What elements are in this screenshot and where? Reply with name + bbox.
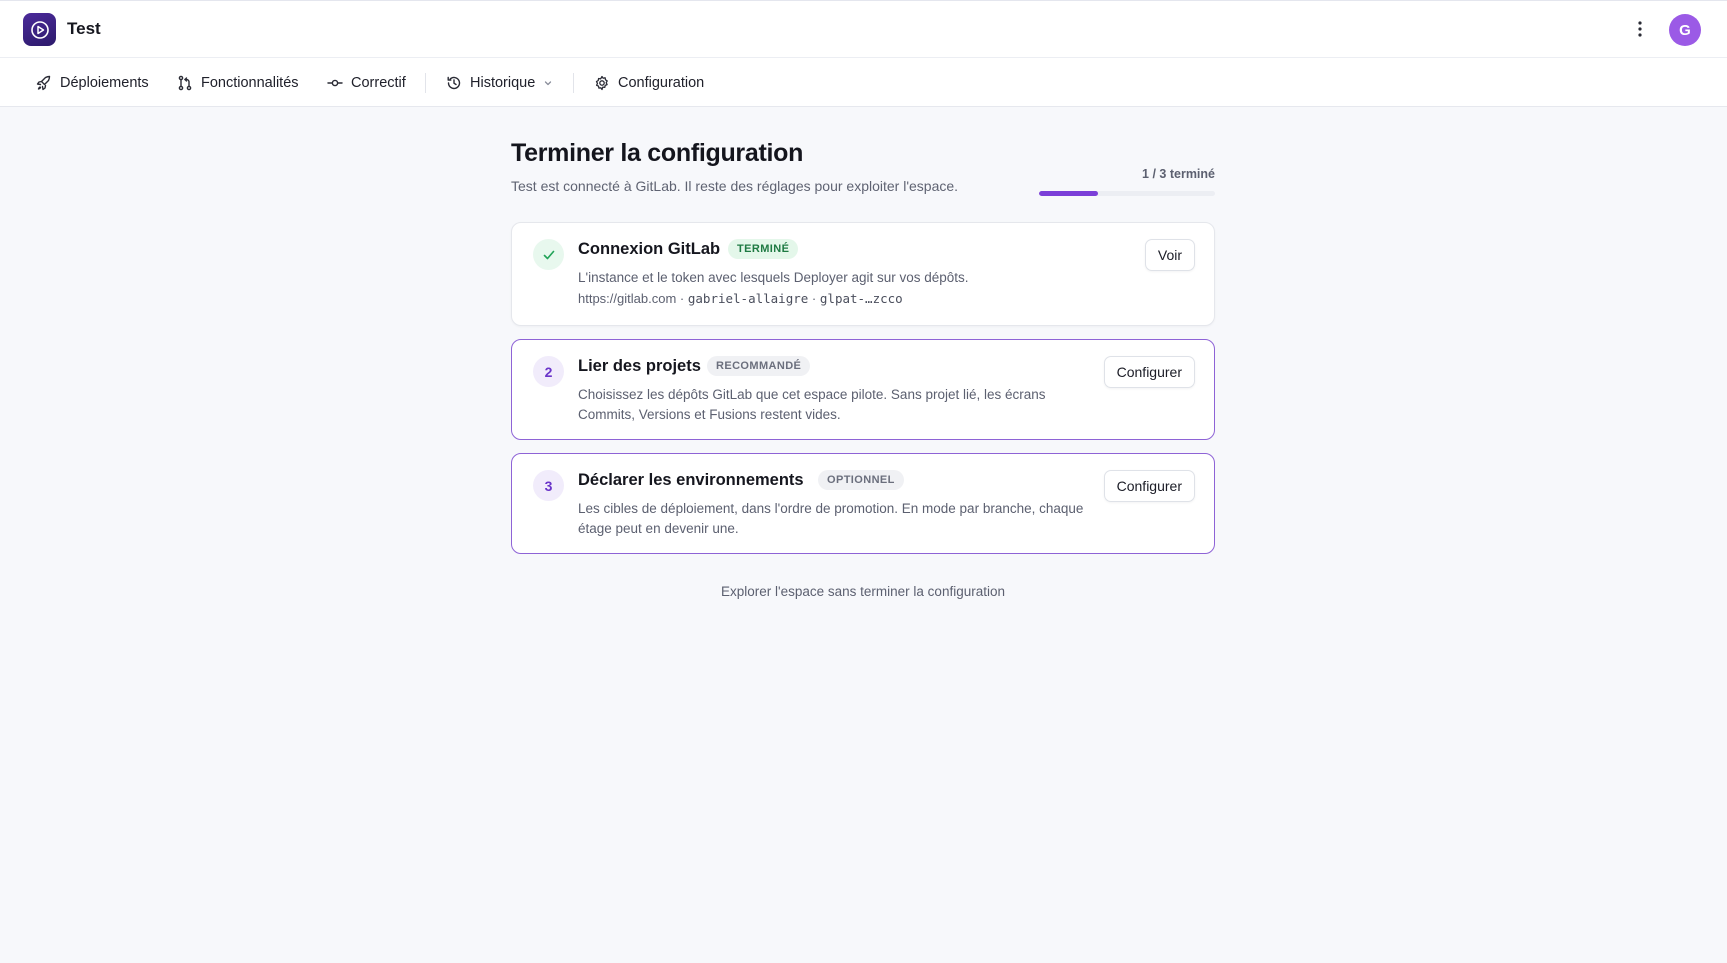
- nav-item-configuration[interactable]: Configuration: [594, 58, 704, 107]
- step-description: Choisissez les dépôts GitLab que cet esp…: [578, 387, 1046, 422]
- history-icon: [447, 76, 461, 89]
- nav-item-label: Historique: [470, 74, 536, 91]
- nav-item-label: Correctif: [351, 74, 406, 91]
- step-title: Lier des projets: [578, 357, 701, 375]
- progress-label: 1 / 3 terminé: [1142, 167, 1215, 181]
- step-card-link-projects: 2 Lier des projets RECOMMANDÉ Choisissez…: [511, 339, 1215, 440]
- user-avatar[interactable]: G: [1669, 14, 1701, 46]
- nav-item-label: Configuration: [618, 74, 705, 91]
- meta-separator: ·: [679, 291, 685, 306]
- nav-item-label: Déploiements: [60, 74, 149, 91]
- nav-item-correctif[interactable]: Correctif: [327, 58, 406, 107]
- git-commit-icon: [327, 79, 343, 86]
- step-number: 3: [533, 470, 564, 501]
- nav-item-deploiements[interactable]: Déploiements: [36, 58, 149, 107]
- check-icon: [543, 250, 554, 259]
- configure-button[interactable]: Configurer: [1103, 356, 1195, 388]
- step-card-declare-environments: 3 Déclarer les environnements OPTIONNEL …: [511, 453, 1215, 554]
- page-title: Terminer la configuration: [511, 139, 804, 167]
- play-logo-icon: [30, 20, 49, 39]
- app-logo[interactable]: [23, 13, 56, 46]
- step-title: Connexion GitLab: [578, 240, 721, 258]
- nav-divider: [573, 73, 574, 93]
- step-description: L'instance et le token avec lesquels Dep…: [578, 270, 969, 285]
- configure-button[interactable]: Configurer: [1103, 470, 1195, 502]
- app-title: Test: [67, 19, 101, 38]
- status-badge: TERMINÉ: [728, 239, 799, 259]
- gitlab-username: gabriel-allaigre: [687, 291, 809, 306]
- chevron-down-icon: [545, 80, 552, 85]
- step-description: Les cibles de déploiement, dans l'ordre …: [578, 501, 1084, 536]
- main-nav: Déploiements Fonctionnalités Correctif H…: [0, 58, 1727, 107]
- nav-item-label: Fonctionnalités: [201, 74, 299, 91]
- gitlab-instance-url: https://gitlab.com: [578, 291, 677, 306]
- nav-item-fonctionnalites[interactable]: Fonctionnalités: [177, 58, 299, 107]
- step-number: 2: [533, 356, 564, 387]
- progress-bar-fill: [1039, 191, 1098, 196]
- gitlab-token-masked: glpat-…zcco: [819, 291, 903, 306]
- gear-icon: [595, 75, 608, 90]
- progress-bar: [1039, 191, 1215, 196]
- rocket-icon: [36, 75, 51, 90]
- skip-setup-link[interactable]: Explorer l'espace sans terminer la confi…: [511, 584, 1215, 599]
- status-badge: OPTIONNEL: [818, 470, 904, 490]
- nav-divider: [425, 73, 426, 93]
- meta-separator: ·: [811, 291, 817, 306]
- kebab-menu-icon: [1638, 21, 1642, 37]
- step-card-gitlab-connection: Connexion GitLab TERMINÉ L'instance et l…: [511, 222, 1215, 326]
- step-status-done: [533, 239, 564, 270]
- connection-details: https://gitlab.com · gabriel-allaigre · …: [578, 291, 903, 306]
- view-button[interactable]: Voir: [1144, 239, 1195, 271]
- status-badge: RECOMMANDÉ: [707, 356, 811, 376]
- nav-item-historique[interactable]: Historique: [446, 58, 553, 107]
- step-title: Déclarer les environnements: [578, 471, 804, 489]
- top-bar: Test G: [0, 0, 1727, 58]
- more-menu-button[interactable]: [1628, 17, 1652, 41]
- page-subtitle: Test est connecté à GitLab. Il reste des…: [511, 178, 959, 194]
- git-branch-icon: [178, 75, 192, 90]
